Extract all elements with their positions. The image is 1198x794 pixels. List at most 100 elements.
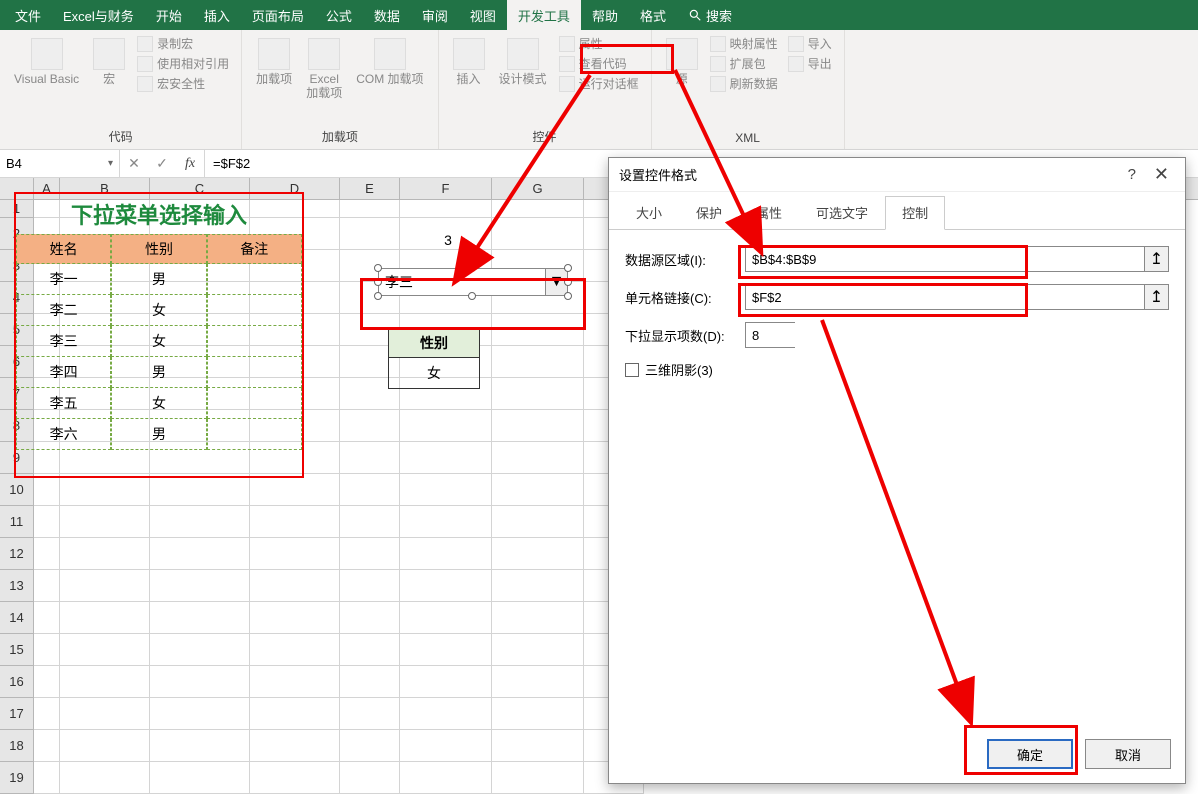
cell[interactable] <box>250 602 340 634</box>
row-15[interactable]: 15 <box>0 634 33 666</box>
cell[interactable] <box>340 730 400 762</box>
cell[interactable] <box>340 200 400 218</box>
menu-help[interactable]: 帮助 <box>581 0 629 30</box>
cell[interactable] <box>34 730 60 762</box>
cell[interactable] <box>150 538 250 570</box>
cell[interactable] <box>340 410 400 442</box>
cell[interactable] <box>34 602 60 634</box>
cell[interactable] <box>250 474 340 506</box>
cell[interactable] <box>400 698 492 730</box>
row-12[interactable]: 12 <box>0 538 33 570</box>
cell[interactable] <box>60 762 150 794</box>
cell[interactable] <box>400 474 492 506</box>
tab-alt-text[interactable]: 可选文字 <box>799 196 885 229</box>
cell[interactable] <box>492 314 584 346</box>
cell[interactable] <box>400 410 492 442</box>
cell[interactable] <box>60 602 150 634</box>
help-icon[interactable]: ? <box>1116 166 1148 183</box>
menu-format[interactable]: 格式 <box>629 0 677 30</box>
ref-picker-icon[interactable]: ↥ <box>1144 285 1168 309</box>
cell[interactable] <box>60 666 150 698</box>
view-code-button[interactable]: 查看代码 <box>555 54 643 74</box>
resize-handle[interactable] <box>374 278 382 286</box>
cell[interactable] <box>250 634 340 666</box>
row-13[interactable]: 13 <box>0 570 33 602</box>
cell[interactable] <box>340 570 400 602</box>
cell[interactable] <box>250 762 340 794</box>
tab-size[interactable]: 大小 <box>619 196 679 229</box>
cell[interactable] <box>400 634 492 666</box>
cell[interactable] <box>34 762 60 794</box>
resize-handle[interactable] <box>564 264 572 272</box>
menu-formulas[interactable]: 公式 <box>315 0 363 30</box>
cell[interactable] <box>60 506 150 538</box>
relative-ref-button[interactable]: 使用相对引用 <box>133 54 233 74</box>
resize-handle[interactable] <box>468 292 476 300</box>
cell[interactable] <box>492 602 584 634</box>
menu-data[interactable]: 数据 <box>363 0 411 30</box>
excel-addins-button[interactable]: Excel 加载项 <box>300 34 348 104</box>
menu-view[interactable]: 视图 <box>459 0 507 30</box>
cell[interactable] <box>400 538 492 570</box>
menu-file[interactable]: 文件 <box>4 0 52 30</box>
cell[interactable] <box>250 698 340 730</box>
cell[interactable] <box>340 698 400 730</box>
resize-handle[interactable] <box>564 278 572 286</box>
cell[interactable] <box>492 730 584 762</box>
name-box[interactable]: B4 <box>0 150 120 177</box>
cell[interactable] <box>492 698 584 730</box>
export-button[interactable]: 导出 <box>784 54 836 74</box>
col-g[interactable]: G <box>492 178 584 199</box>
import-button[interactable]: 导入 <box>784 34 836 54</box>
cell[interactable] <box>492 570 584 602</box>
resize-handle[interactable] <box>374 264 382 272</box>
dropdown-lines-input[interactable] <box>746 323 934 347</box>
tab-properties[interactable]: 属性 <box>739 196 799 229</box>
cell[interactable] <box>60 698 150 730</box>
vbasic-button[interactable]: Visual Basic <box>8 34 85 90</box>
cell[interactable] <box>492 506 584 538</box>
tab-protect[interactable]: 保护 <box>679 196 739 229</box>
cell[interactable] <box>492 474 584 506</box>
cell[interactable] <box>250 506 340 538</box>
cell[interactable] <box>340 602 400 634</box>
cell[interactable] <box>340 506 400 538</box>
menu-developer[interactable]: 开发工具 <box>507 0 581 30</box>
cell[interactable] <box>34 634 60 666</box>
cell[interactable] <box>250 538 340 570</box>
menu-insert[interactable]: 插入 <box>193 0 241 30</box>
col-e[interactable]: E <box>340 178 400 199</box>
resize-handle[interactable] <box>564 292 572 300</box>
cell[interactable] <box>492 346 584 378</box>
cell[interactable] <box>400 570 492 602</box>
cell-f2[interactable]: 3 <box>402 232 494 248</box>
row-11[interactable]: 11 <box>0 506 33 538</box>
cell[interactable] <box>60 634 150 666</box>
cell[interactable] <box>492 634 584 666</box>
menu-search[interactable]: 搜索 <box>677 0 743 30</box>
cell[interactable] <box>492 762 584 794</box>
dialog-titlebar[interactable]: 设置控件格式 ? ✕ <box>609 158 1185 192</box>
source-button[interactable]: 源 <box>660 34 704 90</box>
cell[interactable] <box>492 442 584 474</box>
cell[interactable] <box>250 666 340 698</box>
cell[interactable] <box>340 474 400 506</box>
cancel-formula-icon[interactable]: ✕ <box>120 155 148 172</box>
cell[interactable] <box>400 730 492 762</box>
close-icon[interactable]: ✕ <box>1148 164 1175 185</box>
cell[interactable] <box>34 666 60 698</box>
macro-security-button[interactable]: 宏安全性 <box>133 74 233 94</box>
cell[interactable] <box>492 538 584 570</box>
cell[interactable] <box>492 218 584 250</box>
cell[interactable] <box>150 474 250 506</box>
cell[interactable] <box>150 602 250 634</box>
map-props-button[interactable]: 映射属性 <box>706 34 782 54</box>
cell[interactable] <box>400 506 492 538</box>
cell[interactable] <box>400 602 492 634</box>
cell[interactable] <box>340 218 400 250</box>
menu-excel-finance[interactable]: Excel与财务 <box>52 0 145 30</box>
macros-button[interactable]: 宏 <box>87 34 131 90</box>
run-dialog-button[interactable]: 运行对话框 <box>555 74 643 94</box>
ref-picker-icon[interactable]: ↥ <box>1144 247 1168 271</box>
menu-home[interactable]: 开始 <box>145 0 193 30</box>
